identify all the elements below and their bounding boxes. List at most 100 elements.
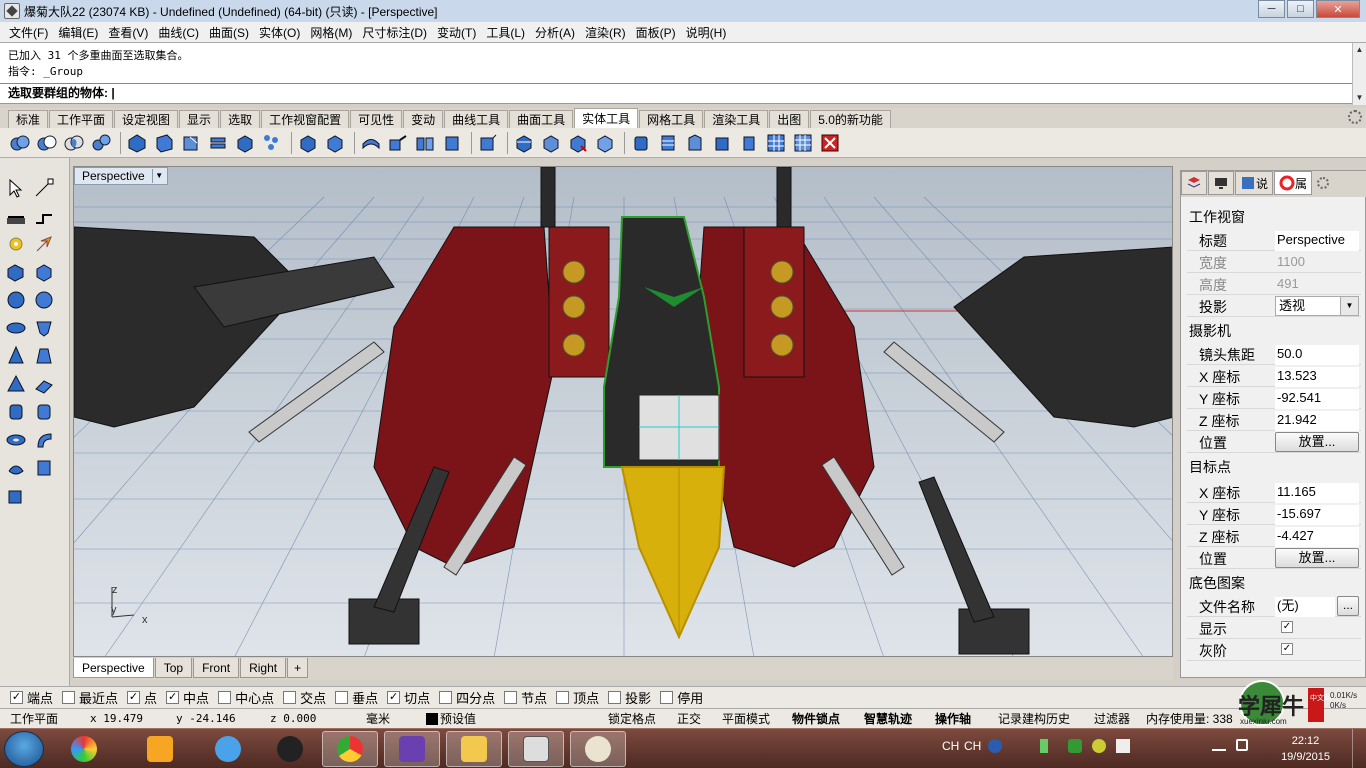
osnap-checkbox[interactable]: ✓ [127, 691, 141, 704]
tab-select[interactable]: 选取 [220, 110, 261, 128]
start-button[interactable] [4, 731, 44, 767]
tab-new-in-v5[interactable]: 5.0的新功能 [810, 110, 891, 128]
status-gumball[interactable]: 操作轴 [935, 711, 971, 727]
taskbar-app-chrome[interactable] [322, 731, 378, 767]
extrude-curve-icon[interactable] [4, 456, 28, 480]
ime-indicator-2[interactable]: CH [964, 739, 981, 753]
shell-icon[interactable] [539, 131, 563, 155]
extrude-tool-icon[interactable] [683, 131, 707, 155]
text-object-icon[interactable] [32, 456, 56, 480]
taskbar-app-paint[interactable] [570, 731, 626, 767]
osnap-checkbox[interactable] [283, 691, 297, 704]
truncated-cone-icon[interactable] [32, 344, 56, 368]
menu-curve[interactable]: 曲线(C) [153, 24, 204, 41]
menu-help[interactable]: 说明(H) [681, 24, 732, 41]
osnap-checkbox[interactable] [62, 691, 76, 704]
tab-render-tools[interactable]: 渲染工具 [704, 110, 769, 128]
system-clock[interactable]: 22:12 19/9/2015 [1281, 733, 1330, 765]
taskbar-app-qq[interactable] [262, 731, 318, 767]
osnap-project[interactable]: 投影 [608, 688, 651, 707]
perspective-viewport[interactable]: z y x Perspective ▼ [73, 166, 1173, 657]
status-units[interactable]: 毫米 [366, 711, 390, 727]
osnap-knot[interactable]: 节点 [504, 688, 547, 707]
status-grid-snap[interactable]: 锁定格点 [608, 711, 656, 727]
create-solid-icon[interactable] [566, 131, 590, 155]
viewport-tab-right[interactable]: Right [240, 658, 287, 678]
tab-solid-tools[interactable]: 实体工具 [574, 108, 639, 128]
array-tool-icon[interactable] [764, 131, 788, 155]
security-shield-icon[interactable] [1068, 739, 1082, 753]
osnap-checkbox[interactable] [608, 691, 622, 704]
osnap-mid[interactable]: ✓ 中点 [166, 688, 209, 707]
polyline-icon[interactable] [4, 204, 28, 228]
osnap-checkbox[interactable] [335, 691, 349, 704]
tab-surface-tools[interactable]: 曲面工具 [509, 110, 574, 128]
status-smarttrack[interactable]: 智慧轨迹 [864, 711, 912, 727]
paraboloid-tool-icon[interactable] [32, 316, 56, 340]
status-layer[interactable]: 预设值 [426, 711, 476, 727]
command-prompt-input[interactable]: 选取要群组的物体: | [0, 83, 1352, 103]
tab-transform[interactable]: 变动 [403, 110, 444, 128]
battery-icon[interactable] [1040, 739, 1048, 753]
browse-button[interactable]: ... [1337, 596, 1359, 616]
fillet-edge-icon[interactable] [152, 131, 176, 155]
sphere-points-icon[interactable] [32, 288, 56, 312]
viewport-tab-perspective[interactable]: Perspective [73, 658, 154, 678]
menu-view[interactable]: 查看(V) [103, 24, 153, 41]
focal-length-field[interactable]: 50.0 [1275, 345, 1359, 365]
move-edge-icon[interactable] [386, 131, 410, 155]
split-edge-icon[interactable] [413, 131, 437, 155]
taskbar-app-explorer[interactable] [446, 731, 502, 767]
osnap-tan[interactable]: ✓ 切点 [387, 688, 430, 707]
pipe-tool-icon[interactable] [656, 131, 680, 155]
menu-analyze[interactable]: 分析(A) [530, 24, 580, 41]
menu-solid[interactable]: 实体(O) [254, 24, 305, 41]
arrow-tool-icon[interactable] [32, 232, 56, 256]
status-filter[interactable]: 过滤器 [1094, 711, 1130, 727]
scroll-down-icon[interactable]: ▼ [1353, 91, 1366, 105]
osnap-point[interactable]: ✓ 点 [127, 688, 157, 707]
panel-tab-properties[interactable]: 属 [1274, 171, 1313, 195]
wire-cut-icon[interactable] [512, 131, 536, 155]
wedge-tool-icon[interactable] [32, 372, 56, 396]
osnap-vertex[interactable]: 顶点 [556, 688, 599, 707]
osnap-checkbox[interactable] [660, 691, 674, 704]
tray-app-icon[interactable] [1092, 739, 1106, 753]
cylinder-tool-icon[interactable] [629, 131, 653, 155]
osnap-disable[interactable]: 停用 [660, 688, 703, 707]
taskbar-app-media[interactable] [132, 731, 188, 767]
scroll-track[interactable] [1353, 57, 1366, 91]
rhino-app-icon[interactable] [4, 3, 20, 19]
3d-scene[interactable]: z y x [74, 167, 1173, 657]
target-z-field[interactable]: -4.427 [1275, 527, 1359, 547]
torus-tool-icon[interactable] [4, 428, 28, 452]
viewport-tab-front[interactable]: Front [193, 658, 240, 678]
menu-mesh[interactable]: 网格(M) [305, 24, 357, 41]
close-button[interactable]: ✕ [1316, 0, 1360, 18]
osnap-checkbox[interactable] [439, 691, 453, 704]
taskbar-app-picasa[interactable] [56, 731, 112, 767]
extract-surface-icon[interactable] [359, 131, 383, 155]
tab-viewport-layout[interactable]: 工作视窗配置 [261, 110, 350, 128]
show-desktop-button[interactable] [1352, 729, 1366, 768]
minimize-button[interactable]: ─ [1258, 0, 1285, 18]
explode-gear-icon[interactable] [4, 232, 28, 256]
tab-curve-tools[interactable]: 曲线工具 [444, 110, 509, 128]
boolean-union-icon[interactable] [8, 131, 32, 155]
split-face-icon[interactable] [323, 131, 347, 155]
viewport-title-label[interactable]: Perspective ▼ [74, 167, 168, 185]
boolean-intersection-icon[interactable] [62, 131, 86, 155]
target-x-field[interactable]: 11.165 [1275, 483, 1359, 503]
maximize-button[interactable]: □ [1287, 0, 1314, 18]
menu-file[interactable]: 文件(F) [4, 24, 53, 41]
taskbar-app-rhino[interactable] [508, 731, 564, 767]
osnap-int[interactable]: 交点 [283, 688, 326, 707]
taskbar-app-vs[interactable] [384, 731, 440, 767]
panel-tab-help[interactable]: 说 [1235, 171, 1274, 195]
extrude-face-icon[interactable] [125, 131, 149, 155]
box-solid-icon[interactable] [233, 131, 257, 155]
show-checkbox[interactable]: ✓ [1281, 621, 1293, 633]
gear-icon[interactable] [1348, 110, 1362, 124]
osnap-checkbox[interactable]: ✓ [166, 691, 180, 704]
projection-select[interactable]: 透视 ▼ [1275, 296, 1359, 316]
